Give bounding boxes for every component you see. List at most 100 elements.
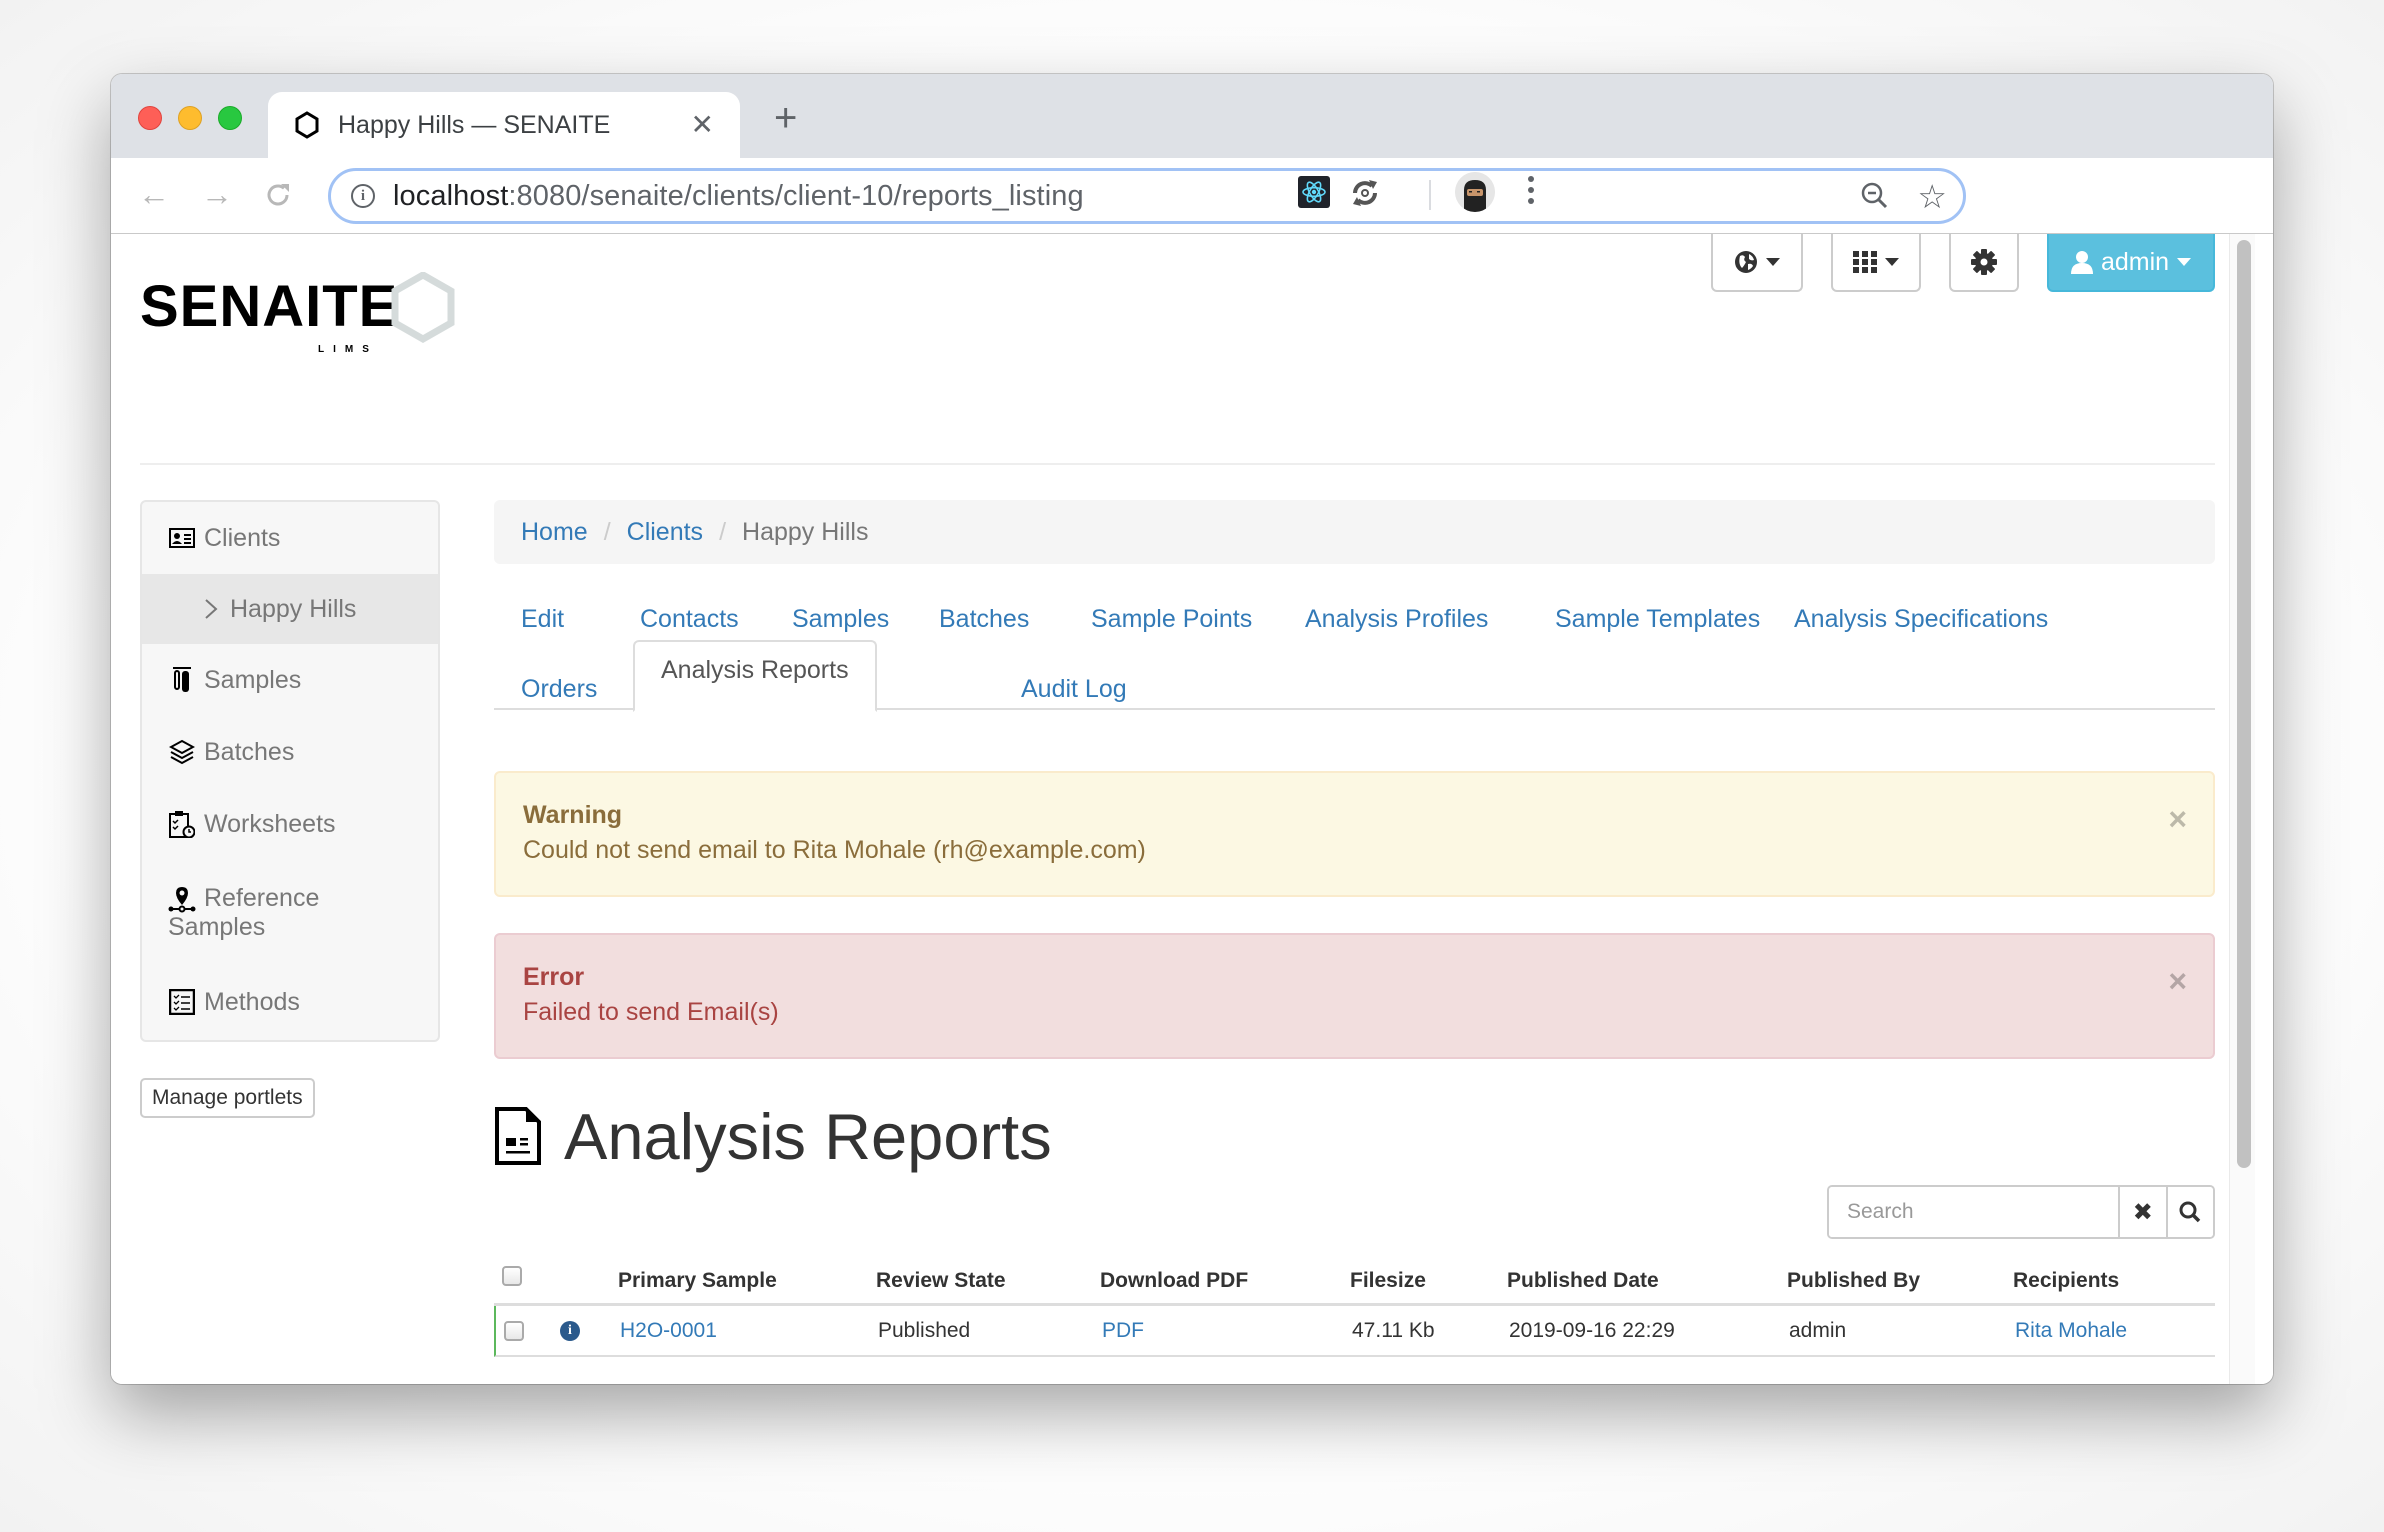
sidebar-item-label: Methods [204, 987, 300, 1016]
primary-sample-cell: H2O-0001 [620, 1306, 717, 1355]
column-header[interactable]: Primary Sample [618, 1258, 777, 1303]
tab-orders[interactable]: Orders [521, 675, 597, 704]
select-all-checkbox-cell [502, 1258, 522, 1303]
breadcrumb-current: Happy Hills [742, 517, 869, 546]
globe-icon [1735, 251, 1757, 273]
sidebar-item-samples[interactable]: Samples [142, 644, 438, 716]
tab-contacts[interactable]: Contacts [640, 605, 739, 634]
column-header[interactable]: Published Date [1507, 1258, 1659, 1303]
tab-analysis-profiles[interactable]: Analysis Profiles [1305, 605, 1488, 634]
tab-title: Happy Hills — SENAITE [338, 110, 611, 139]
zoom-out-icon[interactable] [1855, 180, 1895, 212]
info-icon[interactable]: i [560, 1320, 580, 1341]
tab-analysis-specifications[interactable]: Analysis Specifications [1794, 605, 2048, 634]
ninja-avatar-icon [1455, 172, 1495, 212]
browser-menu-icon[interactable] [1528, 176, 1534, 209]
select-all-checkbox[interactable] [502, 1266, 522, 1286]
sidebar-item-reference-samples[interactable]: Reference Samples [142, 860, 438, 966]
alert-message: Could not send email to Rita Mohale (rh@… [523, 836, 1146, 864]
user-name: admin [2100, 247, 2170, 276]
sync-extension-icon[interactable] [1348, 176, 1382, 210]
back-button[interactable]: ← [138, 178, 170, 210]
recipient-link[interactable]: Rita Mohale [2015, 1319, 2127, 1343]
close-tab-icon[interactable]: ✕ [691, 111, 714, 139]
recipients-cell: Rita Mohale [2015, 1306, 2127, 1355]
breadcrumb-clients[interactable]: Clients [627, 518, 703, 547]
url-path: :8080/senaite/clients/client-10/reports_… [508, 179, 1084, 212]
column-header[interactable]: Filesize [1350, 1258, 1426, 1303]
scrollbar[interactable] [2229, 234, 2255, 1384]
tab-audit-log[interactable]: Audit Log [1021, 675, 1127, 704]
download-pdf-link[interactable]: PDF [1102, 1319, 1144, 1343]
sidebar-nav: Clients Happy Hills Samples Batches Work… [140, 500, 440, 1042]
sidebar-item-batches[interactable]: Batches [142, 716, 438, 788]
column-header[interactable]: Download PDF [1100, 1258, 1248, 1303]
caret-down-icon [1885, 258, 1899, 266]
sidebar-item-methods[interactable]: Methods [142, 966, 438, 1038]
sidebar-item-clients[interactable]: Clients [142, 502, 438, 574]
gear-icon [1971, 249, 1997, 275]
scrollbar-thumb[interactable] [2237, 240, 2251, 1168]
sidebar-item-label: Clients [204, 523, 281, 552]
page-title-text: Analysis Reports [564, 1099, 1052, 1173]
site-info-icon[interactable]: i [351, 184, 375, 208]
review-state-cell: Published [878, 1318, 971, 1342]
table-header: Primary Sample Review State Download PDF… [494, 1258, 2215, 1306]
sidebar-item-worksheets[interactable]: Worksheets [142, 788, 438, 860]
new-tab-button[interactable]: + [774, 98, 797, 138]
table-row[interactable]: i H2O-0001 Published PDF 47.11 Kb 2019-0… [494, 1306, 2215, 1357]
maximize-window-button[interactable] [218, 106, 242, 130]
column-header[interactable]: Published By [1787, 1258, 1920, 1303]
address-bar[interactable]: i localhost:8080/senaite/clients/client-… [328, 168, 1966, 224]
sidebar-item-label: Happy Hills [230, 594, 357, 623]
search-button[interactable] [2165, 1187, 2213, 1237]
close-window-button[interactable] [138, 106, 162, 130]
reports-table: Primary Sample Review State Download PDF… [494, 1258, 2215, 1357]
tab-sample-templates[interactable]: Sample Templates [1555, 605, 1760, 634]
forward-button[interactable]: → [201, 178, 233, 210]
close-alert-icon[interactable]: × [2168, 965, 2187, 997]
alert-title: Error [523, 963, 585, 991]
user-menu-button[interactable]: admin [2047, 234, 2215, 292]
browser-tab[interactable]: Happy Hills — SENAITE ✕ [268, 92, 740, 158]
url-text[interactable]: localhost:8080/senaite/clients/client-10… [393, 180, 1855, 213]
tab-samples[interactable]: Samples [792, 605, 889, 634]
breadcrumb-divider: / [603, 517, 611, 546]
tab-edit[interactable]: Edit [521, 605, 564, 634]
minimize-window-button[interactable] [178, 106, 202, 130]
breadcrumb: Home / Clients / Happy Hills [494, 500, 2215, 564]
filesize-cell: 47.11 Kb [1352, 1318, 1435, 1342]
sidebar-item-label: Reference [204, 884, 320, 912]
manage-portlets-button[interactable]: Manage portlets [140, 1078, 315, 1118]
page-title: Analysis Reports [494, 1096, 1052, 1176]
search-icon [2179, 1201, 2201, 1223]
sidebar-item-label: Samples [204, 665, 302, 694]
row-checkbox[interactable] [504, 1320, 524, 1341]
download-pdf-cell: PDF [1102, 1306, 1144, 1355]
sidebar-item-happy-hills[interactable]: Happy Hills [142, 574, 438, 644]
settings-button[interactable] [1949, 234, 2019, 292]
search-input[interactable] [1829, 1187, 2118, 1237]
column-header[interactable]: Review State [876, 1258, 1006, 1303]
tab-strip: Happy Hills — SENAITE ✕ + [111, 74, 2273, 158]
column-header[interactable]: Recipients [2013, 1258, 2119, 1303]
close-alert-icon[interactable]: × [2168, 803, 2187, 835]
senaite-logo[interactable]: SENAITE LIMS [140, 272, 460, 354]
reload-icon[interactable] [263, 180, 293, 210]
tab-batches[interactable]: Batches [939, 605, 1029, 634]
profile-avatar[interactable] [1455, 172, 1495, 212]
tab-sample-points[interactable]: Sample Points [1091, 605, 1252, 634]
map-pin-icon [168, 885, 196, 913]
react-devtools-icon[interactable] [1298, 176, 1330, 208]
user-icon [2070, 251, 2093, 274]
grid-icon [1853, 251, 1877, 273]
breadcrumb-home[interactable]: Home [521, 518, 588, 547]
header-divider [140, 463, 2215, 465]
tab-analysis-reports[interactable]: Analysis Reports [633, 640, 877, 712]
primary-sample-link[interactable]: H2O-0001 [620, 1319, 717, 1343]
clear-search-button[interactable]: ✖ [2118, 1187, 2166, 1237]
browser-window: Happy Hills — SENAITE ✕ + ← → i localhos… [111, 74, 2273, 1384]
bookmark-star-icon[interactable]: ☆ [1917, 180, 1947, 213]
language-button[interactable] [1711, 234, 1803, 292]
apps-button[interactable] [1831, 234, 1921, 292]
